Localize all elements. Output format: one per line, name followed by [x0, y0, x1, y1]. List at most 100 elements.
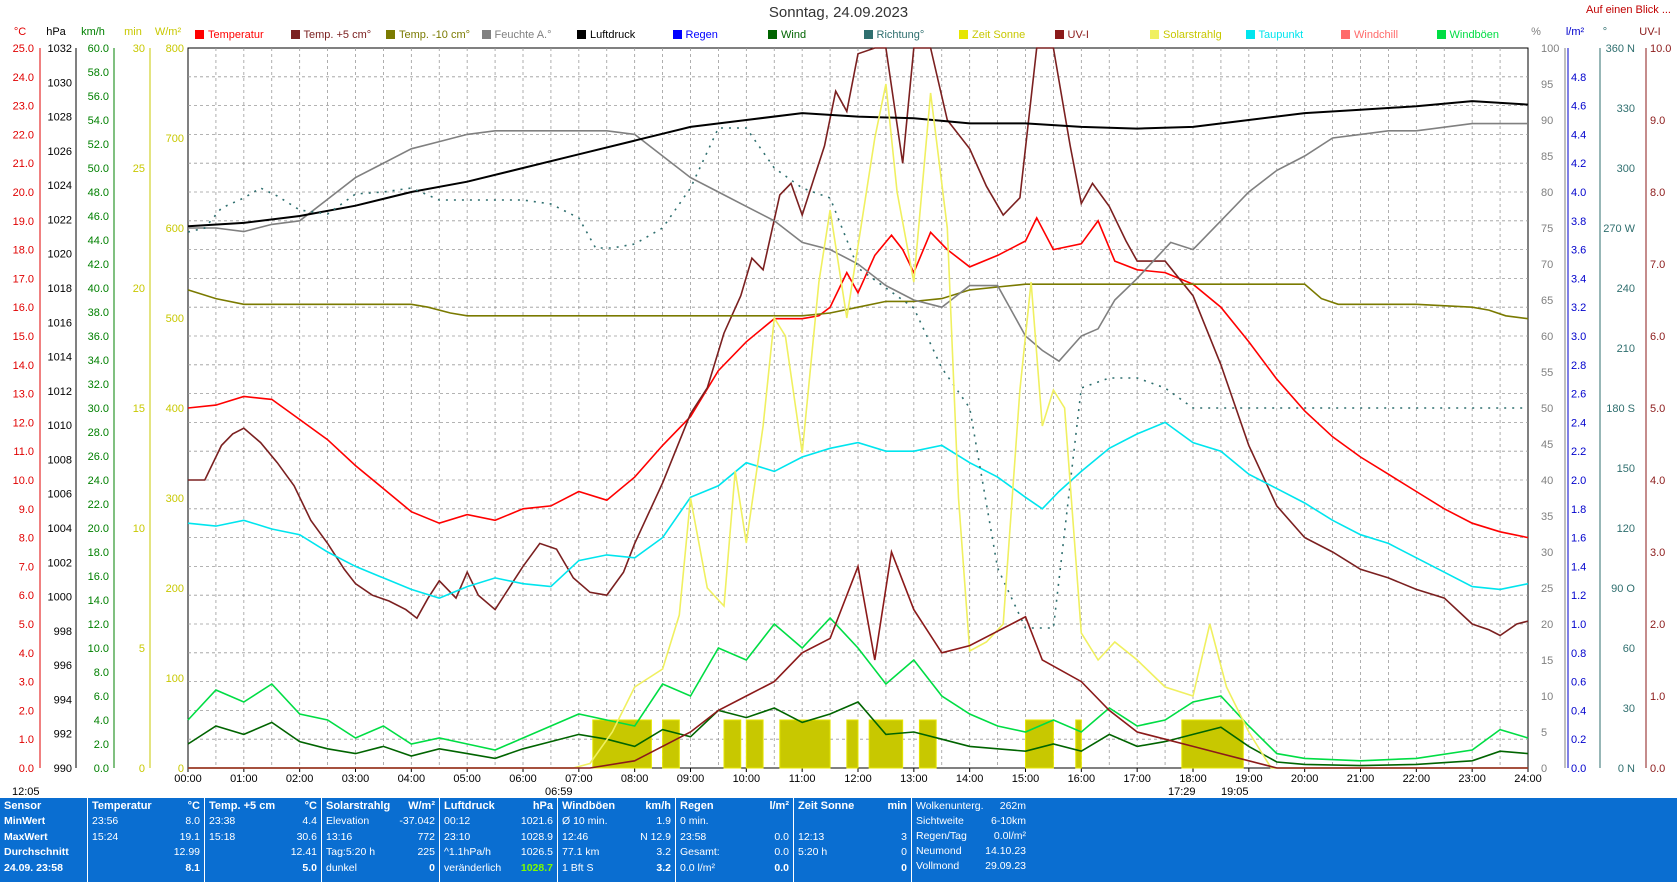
pressure-tick-label: 1004	[48, 523, 72, 535]
pressure-unit-label: hPa	[46, 26, 66, 38]
uv-tick-label: 0.0	[1650, 763, 1665, 775]
legend-swatch	[768, 30, 777, 39]
legend-item: Wind	[768, 29, 806, 41]
wind-tick-label: 20.0	[88, 523, 109, 535]
sun-head-label: Zeit Sonne	[798, 800, 855, 812]
info-value: 6-10km	[990, 815, 1026, 827]
wind-tick-label: 18.0	[88, 547, 109, 559]
pressure-head-unit: hPa	[532, 800, 553, 812]
sun_min-tick-label: 20	[133, 283, 145, 295]
temperature-row-label: 15:24	[92, 830, 119, 843]
rain-tick-label: 3.2	[1571, 302, 1586, 314]
legend-swatch	[481, 30, 491, 39]
legend-item: Regen	[672, 29, 718, 41]
rain-tick-label: 0.0	[1571, 763, 1586, 775]
temp5-head-unit: °C	[304, 800, 317, 812]
sun-row-value: 0	[901, 846, 907, 858]
pressure-tick-label: 1000	[48, 592, 72, 604]
humidity-tick-label: 80	[1541, 187, 1553, 199]
sun-time-bar	[592, 719, 652, 769]
rain-tick-label: 3.8	[1571, 216, 1586, 228]
pressure-tick-label: 998	[54, 626, 72, 638]
info-label: Regen/Tag	[916, 830, 967, 842]
row-current-label: 24.09. 23:58	[4, 861, 63, 874]
info-value: 29.09.23	[985, 860, 1026, 872]
rain-tick-label: 4.8	[1571, 72, 1586, 84]
temp-tick-label: 20.0	[13, 187, 34, 199]
solar-row-value: -37.042	[399, 815, 435, 827]
humidity-tick-label: 55	[1541, 367, 1553, 379]
x-tick-label: 06:00	[509, 773, 537, 785]
sun-time-bar	[868, 719, 904, 769]
overview-link[interactable]: Auf einen Blick ...	[1586, 4, 1671, 16]
rain-row-label: 0 min.	[680, 815, 709, 827]
temperature-row: 8.1	[92, 862, 200, 878]
uv-unit-label: UV-I	[1639, 26, 1660, 38]
legend-item: UV-I	[1054, 29, 1089, 41]
solar-row-value: 225	[417, 846, 435, 858]
wind-tick-label: 4.0	[94, 715, 109, 727]
pressure-tick-label: 1020	[48, 249, 72, 261]
direction-tick-label: 0 N	[1618, 763, 1635, 775]
legend-swatch	[672, 30, 682, 39]
temperature-row: 15:24 19.1	[92, 831, 200, 847]
temperature-row-value: 12.99	[173, 846, 200, 858]
wind-tick-label: 42.0	[88, 259, 109, 271]
temp-tick-label: 14.0	[13, 360, 34, 372]
pressure-row-value: 1026.5	[520, 846, 553, 858]
temp-tick-label: 16.0	[13, 302, 34, 314]
info-row: Vollmond 29.09.23	[916, 860, 1026, 875]
direction-tick-label: 300	[1617, 163, 1635, 175]
rain-tick-label: 2.6	[1571, 389, 1586, 401]
solar-tick-label: 800	[166, 43, 184, 55]
rain-tick-label: 3.6	[1571, 245, 1586, 257]
x-tick-label: 13:00	[900, 773, 928, 785]
wind-tick-label: 6.0	[94, 691, 109, 703]
temp5-row-value: 4.4	[302, 815, 317, 827]
solar-row: Elevation -37.042	[326, 815, 435, 831]
legend-label: Windböen	[1449, 29, 1500, 41]
gusts-row-label: 12:46	[562, 830, 589, 843]
direction-tick-label: 60	[1623, 643, 1635, 655]
pressure-row-label: 00:12	[444, 815, 471, 827]
rain-head-unit: l/m²	[769, 800, 789, 812]
uv-tick-label: 3.0	[1650, 547, 1665, 559]
temp-tick-label: 23.0	[13, 101, 34, 113]
temp-tick-label: 10.0	[13, 475, 34, 487]
info-value: 262m	[999, 800, 1026, 812]
sun-head-unit: min	[887, 800, 907, 812]
pressure-row-value: 1028.7	[520, 861, 553, 874]
pressure-tick-label: 1014	[48, 352, 72, 364]
sun_min-unit-label: min	[124, 26, 142, 38]
direction-tick-label: 120	[1617, 523, 1635, 535]
temp-unit-label: °C	[14, 26, 26, 38]
sun-row-label: 5:20 h	[798, 846, 828, 858]
legend-swatch	[386, 30, 395, 39]
wind-tick-label: 54.0	[88, 115, 109, 127]
wind-tick-label: 2.0	[94, 739, 109, 751]
legend-label: Windchill	[1354, 29, 1399, 41]
legend-item: Solarstrahlg	[1150, 29, 1222, 41]
solar-tick-label: 700	[166, 133, 184, 145]
gusts-row-value: N 12.9	[640, 830, 671, 843]
uv-tick-label: 1.0	[1650, 691, 1665, 703]
info-value: 0.0l/m²	[993, 830, 1026, 842]
uv-tick-label: 8.0	[1650, 187, 1665, 199]
humidity-tick-label: 50	[1541, 403, 1553, 415]
humidity-tick-label: 85	[1541, 151, 1553, 163]
sun-row: 5:20 h 0	[798, 846, 907, 862]
legend-swatch	[959, 30, 968, 39]
pressure-tick-label: 990	[54, 763, 72, 775]
temp5-row-value: 30.6	[296, 830, 317, 843]
footer-gusts-column: Windböen km/h Ø 10 min. 1.9 12:46 N 12.9 77.1 …	[558, 798, 676, 882]
wind-tick-label: 8.0	[94, 667, 109, 679]
gusts-row-label: 77.1 km	[562, 846, 600, 858]
temp5-row: 5.0	[209, 862, 317, 878]
gusts-row-value: 3.2	[656, 846, 671, 858]
wind-tick-label: 58.0	[88, 67, 109, 79]
wind-tick-label: 52.0	[88, 139, 109, 151]
temp-tick-label: 24.0	[13, 72, 34, 84]
wind-tick-label: 56.0	[88, 91, 109, 103]
humidity-tick-label: 40	[1541, 475, 1553, 487]
gusts-row: 12:46 N 12.9	[562, 831, 671, 847]
